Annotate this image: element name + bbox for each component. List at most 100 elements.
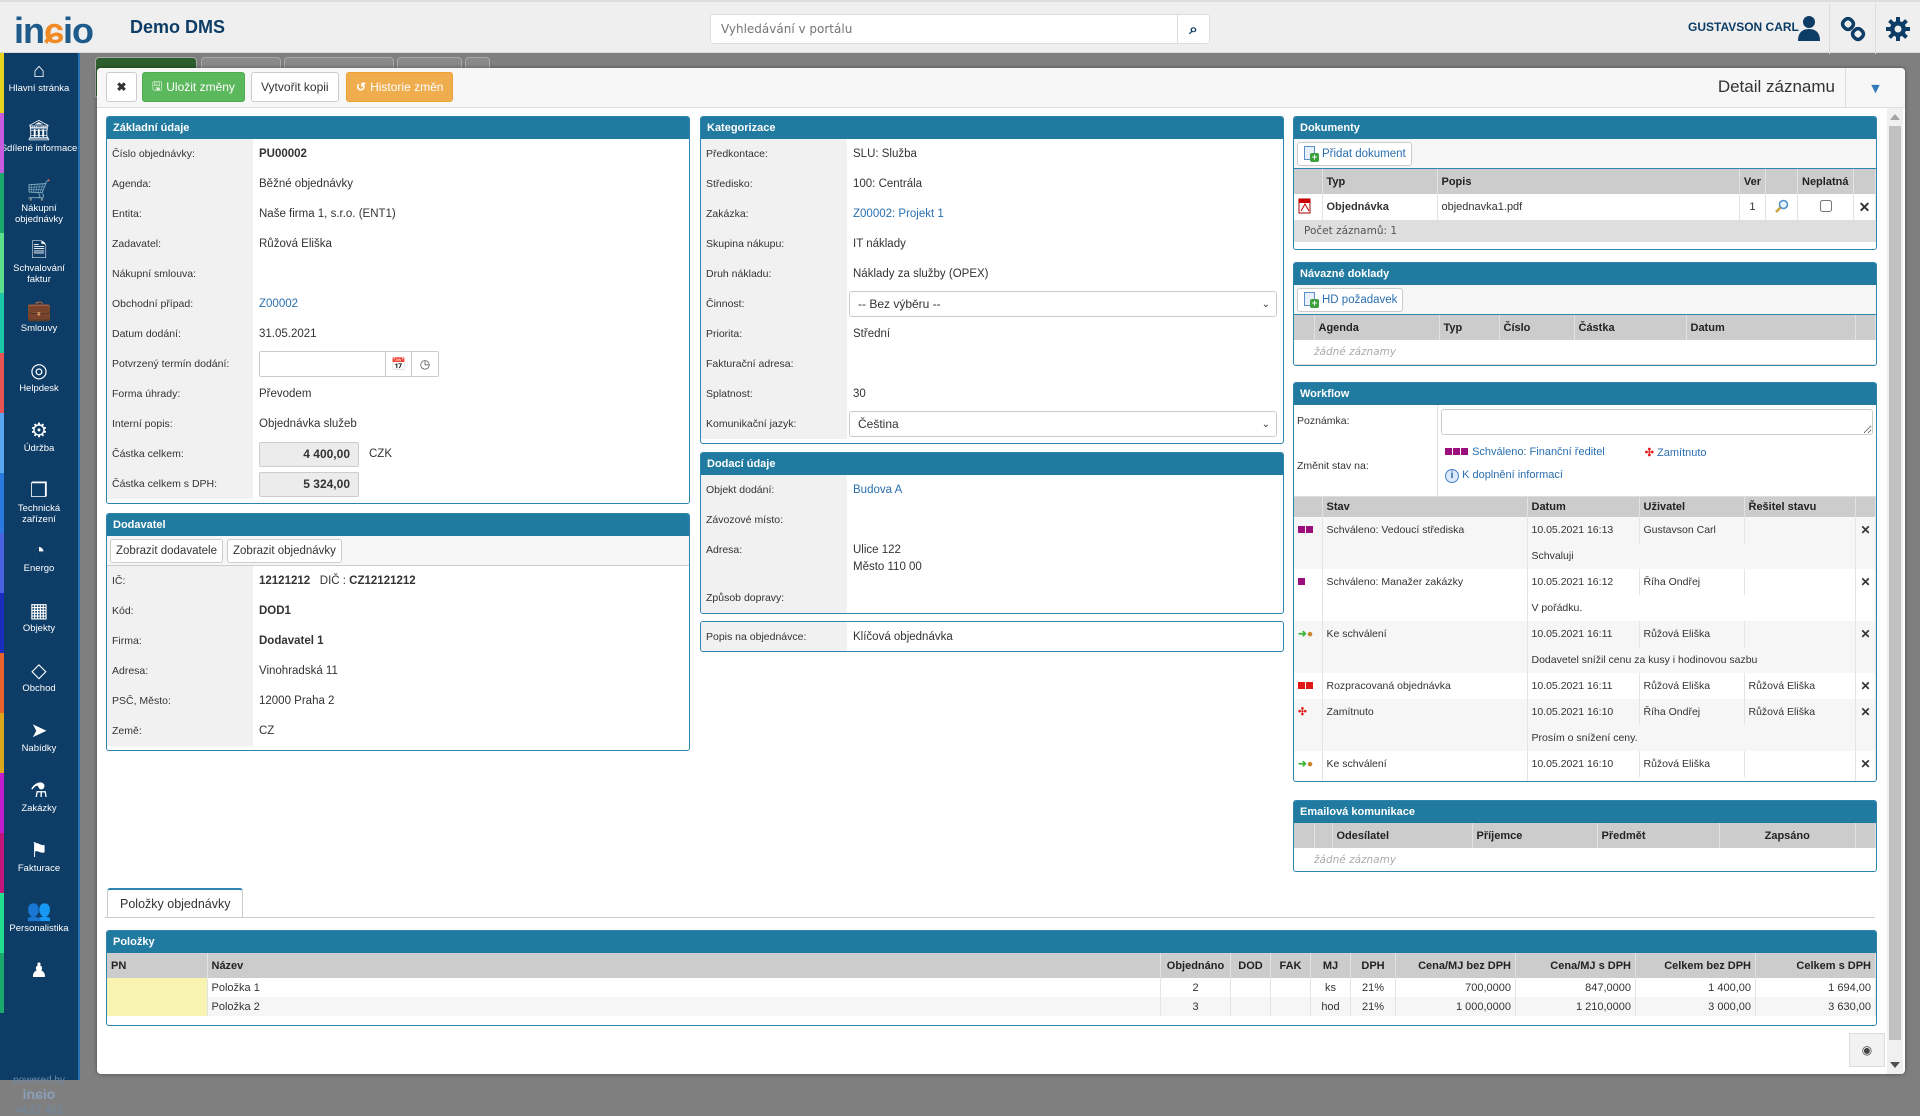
column-header[interactable]: Celkem s DPH <box>1755 953 1876 978</box>
action-approve-financial-director[interactable]: Schváleno: Finanční ředitel <box>1445 446 1605 459</box>
table-row[interactable]: Položka 1 2 ks 21% 700,0000 847,0000 1 400,00 1… <box>107 978 1876 997</box>
preview-magnifier-icon[interactable] <box>1765 194 1798 220</box>
column-header[interactable]: Zapsáno <box>1719 823 1856 848</box>
save-changes-button[interactable]: 🖫 Uložit změny <box>142 72 245 102</box>
field-value: Objednávka služeb <box>259 418 357 430</box>
column-header[interactable]: Částka <box>1574 315 1687 340</box>
user-name[interactable]: GUSTAVSON CARL <box>1688 20 1799 34</box>
settings-gear-icon[interactable] <box>1885 16 1911 42</box>
field-label: Splatnost: <box>701 379 847 409</box>
field-value: DOD1 <box>259 605 291 617</box>
sidebar-item-personalistika[interactable]: 👥 Personalistika <box>0 893 78 953</box>
column-header[interactable]: PN <box>107 953 208 978</box>
sidebar-item-schvalování-faktur[interactable]: 🗎 Schvalování faktur <box>0 233 78 293</box>
activity-select[interactable]: -- Bez výběru -- ⌄ <box>849 291 1277 317</box>
create-copy-button[interactable]: Vytvořit kopii <box>251 72 339 102</box>
sidebar-item-nabídky[interactable]: ➤ Nabídky <box>0 713 78 773</box>
user-icon[interactable] <box>1797 15 1821 41</box>
search-button[interactable]: ⌕ <box>1177 15 1209 43</box>
doc-description[interactable]: objednavka1.pdf <box>1437 194 1740 220</box>
change-history-button[interactable]: ↺ Historie změn <box>346 72 454 102</box>
sidebar-item-obchod[interactable]: ◇ Obchod <box>0 653 78 713</box>
sidebar-item-nákupní-objednávky[interactable]: 🛒 Nákupní objednávky <box>0 173 78 233</box>
order-description-value: Klíčová objednávka <box>853 631 953 643</box>
show-supplier-button[interactable]: Zobrazit dodavatele <box>110 539 224 563</box>
tab-order-items[interactable]: Položky objednávky <box>107 888 244 918</box>
sidebar-item-sdílené-informace[interactable]: 🏛 Sdílené informace <box>0 113 78 173</box>
column-header[interactable]: Datum <box>1686 315 1856 340</box>
delete-state-icon[interactable]: ✕ <box>1855 673 1876 699</box>
column-header[interactable]: Typ <box>1439 315 1500 340</box>
delete-document-icon[interactable]: ✕ <box>1853 194 1876 220</box>
business-case-link[interactable]: Z00002 <box>259 298 298 310</box>
column-header[interactable]: Agenda <box>1314 315 1440 340</box>
sidebar-item-údržba[interactable]: ⚙ Údržba <box>0 413 78 473</box>
column-header[interactable]: Předmět <box>1597 823 1720 848</box>
clock-icon[interactable]: ◷ <box>412 352 438 376</box>
delete-state-icon[interactable]: ✕ <box>1855 517 1876 543</box>
column-header[interactable]: Číslo <box>1499 315 1575 340</box>
delivery-object-link[interactable]: Budova A <box>847 475 1283 505</box>
record-detail-modal: ✖ 🖫 Uložit změny Vytvořit kopii ↺ Historie… <box>97 68 1905 1074</box>
column-header[interactable]: Neplatná <box>1797 169 1854 194</box>
confirmed-delivery-date-input[interactable]: 📅 ◷ <box>259 351 439 377</box>
delete-state-icon[interactable]: ✕ <box>1855 569 1876 595</box>
language-select[interactable]: Čeština ⌄ <box>849 411 1277 437</box>
close-button[interactable]: ✖ <box>106 72 137 102</box>
sidebar-item-fakturace[interactable]: ⚑ Fakturace <box>0 833 78 893</box>
delete-state-icon[interactable]: ✕ <box>1855 699 1876 725</box>
note-textarea[interactable] <box>1441 409 1873 435</box>
column-header[interactable]: Popis <box>1437 169 1740 194</box>
column-header[interactable]: MJ <box>1310 953 1351 978</box>
sidebar-item-hlavní-stránka[interactable]: ⌂ Hlavní stránka <box>0 53 78 113</box>
sidebar-item-more[interactable]: ♟ <box>0 953 78 1013</box>
column-header[interactable]: Objednáno <box>1160 953 1231 978</box>
sidebar-item-objekty[interactable]: ▦ Objekty <box>0 593 78 653</box>
visibility-toggle-button[interactable]: ◉ <box>1849 1033 1885 1067</box>
delete-state-icon[interactable]: ✕ <box>1855 621 1876 647</box>
show-orders-button[interactable]: Zobrazit objednávky <box>227 539 342 563</box>
project-link[interactable]: Z00002: Projekt 1 <box>853 208 944 220</box>
field-value: Převodem <box>259 388 312 400</box>
column-header[interactable]: Datum <box>1527 497 1640 517</box>
column-header[interactable]: Název <box>207 953 1161 978</box>
action-reject[interactable]: ✣ Zamítnuto <box>1645 446 1707 459</box>
modal-menu-dropdown[interactable]: ▼ <box>1845 68 1905 108</box>
calendar-icon[interactable]: 📅 <box>386 352 412 376</box>
column-header[interactable]: FAK <box>1270 953 1311 978</box>
order-number: PU00002 <box>259 148 307 160</box>
link-icon[interactable] <box>1840 16 1866 42</box>
add-hd-request-button[interactable]: + HD požadavek <box>1297 288 1404 312</box>
sidebar-item-energo[interactable]: ◔ Energo <box>0 533 78 593</box>
column-header[interactable]: Cena/MJ bez DPH <box>1395 953 1516 978</box>
insio-logo[interactable]: inɕio <box>14 10 94 52</box>
field-row: Potvrzený termín dodání: 📅 ◷ <box>107 349 689 379</box>
column-header[interactable]: Odesílatel <box>1332 823 1473 848</box>
table-row[interactable]: Položka 2 3 hod 21% 1 000,0000 1 210,0000 3 00… <box>107 997 1876 1016</box>
column-header[interactable]: Řešitel stavu <box>1744 497 1856 517</box>
column-header[interactable]: Typ <box>1322 169 1438 194</box>
column-header[interactable]: Cena/MJ s DPH <box>1515 953 1636 978</box>
rejected-icon: ✣ <box>1294 699 1323 725</box>
sidebar-item-smlouvy[interactable]: 💼 Smlouvy <box>0 293 78 353</box>
search-input[interactable] <box>711 15 1171 43</box>
column-header[interactable]: DPH <box>1350 953 1396 978</box>
add-document-button[interactable]: + Přidat dokument <box>1297 142 1412 166</box>
user: Gustavson Carl <box>1639 517 1745 543</box>
sidebar-item-technická-zařízení[interactable]: ❒ Technická zařízení <box>0 473 78 533</box>
column-header[interactable]: Uživatel <box>1639 497 1745 517</box>
sidebar-item-helpdesk[interactable]: ◎ Helpdesk <box>0 353 78 413</box>
column-header[interactable]: Ver <box>1739 169 1767 194</box>
column-header[interactable]: Příjemce <box>1472 823 1598 848</box>
column-header[interactable]: DOD <box>1230 953 1271 978</box>
table-row[interactable]: Objednávka objednavka1.pdf 1 ✕ <box>1294 194 1876 220</box>
sidebar-item-zakázky[interactable]: ⚗ Zakázky <box>0 773 78 833</box>
action-request-info[interactable]: i K doplnění informací <box>1441 469 1873 483</box>
invalid-checkbox[interactable] <box>1819 199 1832 212</box>
vertical-scrollbar[interactable] <box>1887 108 1903 1074</box>
sidebar-item-label: Fakturace <box>17 863 61 874</box>
column-header[interactable]: Stav <box>1322 497 1528 517</box>
column-header[interactable]: Celkem bez DPH <box>1635 953 1756 978</box>
delete-state-icon[interactable]: ✕ <box>1855 751 1876 777</box>
workflow-note-row: Prosím o schválení <box>1294 777 1876 781</box>
